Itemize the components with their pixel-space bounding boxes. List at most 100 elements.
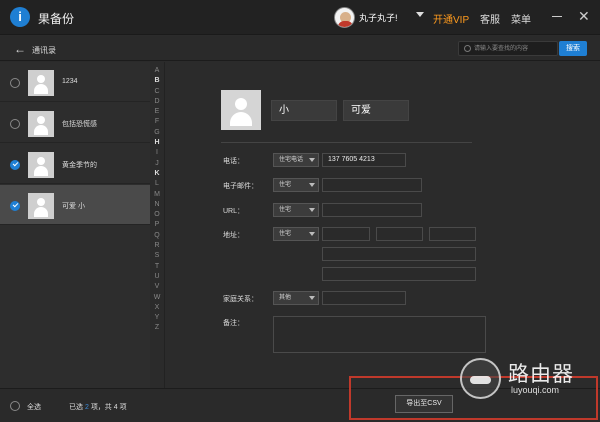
title-bar: i 果备份 丸子丸子! 开通VIP 客服 菜单 ✕: [0, 0, 600, 35]
notes-label: 备注：: [223, 320, 244, 327]
alpha-letter[interactable]: C: [150, 87, 164, 97]
checkbox[interactable]: [10, 201, 20, 211]
contact-name: 黄金季节的: [62, 162, 97, 169]
watermark: 路由器 luyouqi.com: [460, 356, 600, 406]
alpha-letter[interactable]: G: [150, 128, 164, 138]
list-item[interactable]: 黄金季节的: [0, 144, 150, 184]
watermark-text: 路由器: [508, 363, 574, 386]
address-label: 地址：: [223, 232, 244, 239]
search-input[interactable]: [474, 43, 556, 55]
user-avatar[interactable]: [334, 7, 355, 28]
email-field[interactable]: [322, 178, 422, 192]
select-all-label[interactable]: 全选: [27, 402, 41, 412]
phone-type-select[interactable]: 住宅电话: [273, 153, 319, 167]
family-field[interactable]: [322, 291, 406, 305]
select-all-checkbox[interactable]: [10, 401, 20, 411]
close-button[interactable]: ✕: [578, 9, 590, 23]
search-icon: [464, 45, 471, 52]
list-item[interactable]: 包括恐慌感: [0, 103, 150, 143]
contact-avatar-icon: [28, 152, 54, 178]
alpha-letter[interactable]: P: [150, 220, 164, 230]
service-link[interactable]: 客服: [480, 11, 500, 26]
selected-count: 2: [84, 404, 89, 411]
contact-name: 包括恐慌感: [62, 121, 97, 128]
phone-label: 电话：: [223, 158, 244, 165]
notes-field[interactable]: [273, 316, 486, 353]
export-csv-button[interactable]: 导出至CSV: [395, 395, 453, 413]
alpha-letter[interactable]: W: [150, 293, 164, 303]
alpha-letter[interactable]: X: [150, 303, 164, 313]
checkbox[interactable]: [10, 78, 20, 88]
app-title: 果备份: [38, 12, 75, 26]
alpha-letter[interactable]: M: [150, 190, 164, 200]
alpha-letter[interactable]: R: [150, 241, 164, 251]
contact-avatar-icon: [28, 111, 54, 137]
url-field[interactable]: [322, 203, 422, 217]
address-street-field[interactable]: [322, 227, 370, 241]
alpha-letter[interactable]: D: [150, 97, 164, 107]
sub-header: ← 通讯录 搜索: [0, 36, 600, 61]
vip-link[interactable]: 开通VIP: [433, 11, 469, 26]
chevron-down-icon: [309, 183, 315, 187]
address-state-field[interactable]: [429, 227, 476, 241]
contact-name: 1234: [62, 78, 78, 85]
alpha-letter[interactable]: S: [150, 251, 164, 261]
alpha-letter[interactable]: L: [150, 179, 164, 189]
url-label: URL：: [223, 208, 245, 215]
chevron-down-icon: [309, 232, 315, 236]
alpha-letter[interactable]: O: [150, 210, 164, 220]
app-logo-icon: i: [10, 7, 30, 27]
watermark-url: luyouqi.com: [511, 385, 560, 395]
list-item[interactable]: 1234: [0, 62, 150, 102]
search-button[interactable]: 搜索: [559, 41, 587, 56]
alpha-letter[interactable]: Q: [150, 231, 164, 241]
phone-field[interactable]: 137 7605 4213: [322, 153, 406, 167]
address-country-field[interactable]: [322, 267, 476, 281]
selection-summary: 已选 2 项，共 4 项: [69, 404, 127, 411]
contact-photo-icon[interactable]: [221, 90, 261, 130]
alpha-letter[interactable]: U: [150, 272, 164, 282]
family-type-select[interactable]: 其他: [273, 291, 319, 305]
alpha-letter[interactable]: N: [150, 200, 164, 210]
user-name[interactable]: 丸子丸子!: [359, 11, 398, 24]
alpha-letter[interactable]: E: [150, 107, 164, 117]
alpha-letter[interactable]: A: [150, 66, 164, 76]
search-box[interactable]: [458, 41, 558, 56]
first-name-field[interactable]: 小: [271, 100, 337, 121]
address-city-field[interactable]: [376, 227, 423, 241]
url-type-select[interactable]: 住宅: [273, 203, 319, 217]
alpha-letter[interactable]: H: [150, 138, 164, 148]
menu-link[interactable]: 菜单: [511, 11, 531, 26]
checkbox[interactable]: [10, 119, 20, 129]
divider: [221, 142, 472, 143]
email-type-select[interactable]: 住宅: [273, 178, 319, 192]
contact-avatar-icon: [28, 193, 54, 219]
address-line2-field[interactable]: [322, 247, 476, 261]
chevron-down-icon: [309, 296, 315, 300]
alpha-letter[interactable]: Y: [150, 313, 164, 323]
alphabet-index: A B C D E F G H I J K L M N O P Q R S T …: [150, 66, 164, 334]
user-dropdown-icon[interactable]: [416, 12, 424, 17]
alpha-letter[interactable]: V: [150, 282, 164, 292]
alpha-letter[interactable]: T: [150, 262, 164, 272]
alpha-letter[interactable]: I: [150, 148, 164, 158]
checkbox[interactable]: [10, 160, 20, 170]
contact-detail: 小 可爱 电话： 住宅电话 137 7605 4213 电子邮件： 住宅 URL…: [165, 62, 600, 388]
contact-avatar-icon: [28, 70, 54, 96]
alpha-letter[interactable]: K: [150, 169, 164, 179]
minimize-button[interactable]: [552, 16, 562, 17]
alpha-letter[interactable]: J: [150, 159, 164, 169]
chevron-down-icon: [309, 208, 315, 212]
list-item[interactable]: 可爱 小: [0, 185, 150, 225]
family-label: 家庭关系：: [223, 296, 258, 303]
alpha-letter[interactable]: F: [150, 117, 164, 127]
back-arrow-icon[interactable]: ←: [14, 43, 26, 55]
address-type-select[interactable]: 住宅: [273, 227, 319, 241]
page-title: 通讯录: [32, 46, 56, 55]
last-name-field[interactable]: 可爱: [343, 100, 409, 121]
router-logo-icon: [460, 358, 501, 399]
contact-list: 1234 包括恐慌感 黄金季节的 可爱 小: [0, 62, 150, 388]
alpha-letter[interactable]: Z: [150, 323, 164, 333]
email-label: 电子邮件：: [223, 183, 258, 190]
alpha-letter[interactable]: B: [150, 76, 164, 86]
